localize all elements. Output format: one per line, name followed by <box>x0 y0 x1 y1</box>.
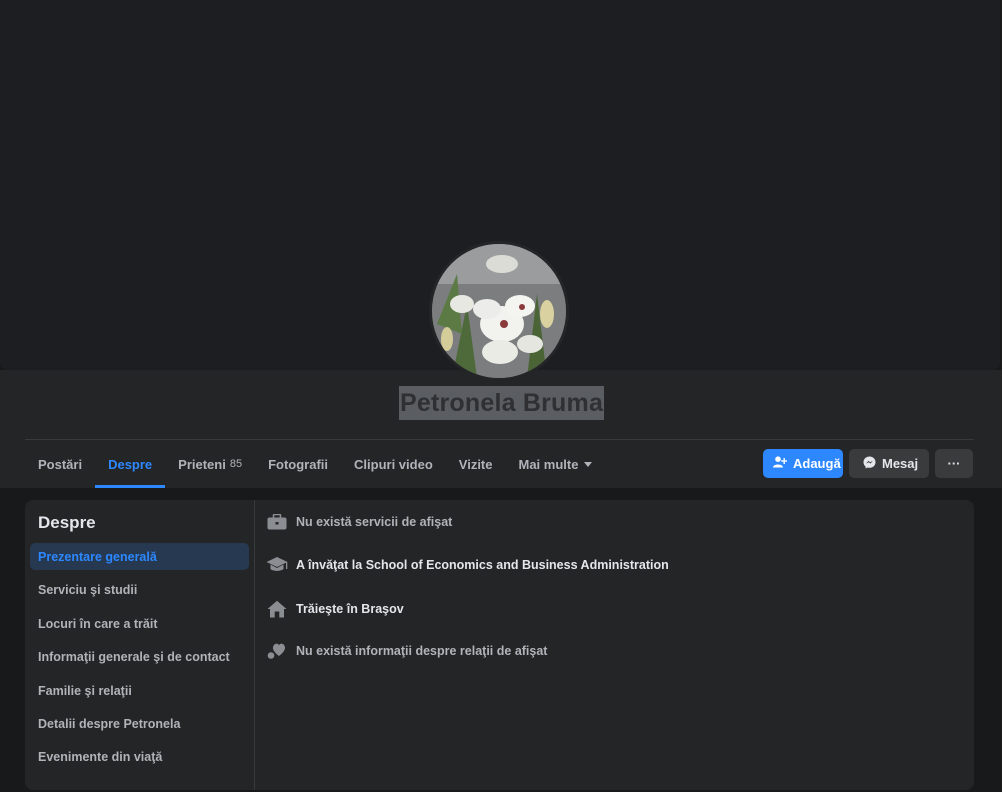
overview-work-row: Nu există servicii de afişat <box>266 511 452 533</box>
about-nav-label: Evenimente din viaţă <box>38 749 163 764</box>
tab-label: Clipuri video <box>354 456 433 472</box>
overview-residence-text: Trăieşte în Braşov <box>296 602 404 616</box>
add-friend-button[interactable]: Adaugă <box>763 449 843 478</box>
about-nav-details[interactable]: Detalii despre Petronela <box>30 710 249 737</box>
caret-down-icon <box>584 461 593 467</box>
about-nav-label: Prezentare generală <box>38 549 157 564</box>
profile-avatar[interactable] <box>429 241 569 381</box>
about-nav-work-education[interactable]: Serviciu şi studii <box>30 576 249 603</box>
home-icon <box>266 598 288 620</box>
overview-residence-row: Trăieşte în Braşov <box>266 598 404 620</box>
about-nav-overview[interactable]: Prezentare generală <box>30 543 249 570</box>
tab-label: Vizite <box>458 456 493 472</box>
profile-tabs: Postări Despre Prieteni 85 Fotografii Cli… <box>25 440 605 488</box>
tab-label: Mai multe <box>518 456 579 472</box>
overview-relationship-text: Nu există informaţii despre relaţii de a… <box>296 644 548 658</box>
profile-name: Petronela Bruma <box>399 386 605 420</box>
friends-count: 85 <box>229 458 243 470</box>
overview-work-text: Nu există servicii de afişat <box>296 515 453 529</box>
tab-label: Despre <box>108 456 153 472</box>
briefcase-icon <box>266 511 288 533</box>
profile-actions: Adaugă Mesaj ··· <box>763 449 973 478</box>
message-label: Mesaj <box>882 456 919 471</box>
messenger-icon <box>863 456 876 472</box>
about-nav-label: Familie şi relaţii <box>38 683 132 698</box>
tab-label: Fotografii <box>268 456 329 472</box>
about-nav-places-lived[interactable]: Locuri în care a trăit <box>30 610 249 637</box>
about-sidebar: Despre Prezentare generală Serviciu şi s… <box>25 500 255 790</box>
about-panel: Despre Prezentare generală Serviciu şi s… <box>25 500 974 790</box>
add-friend-icon <box>773 456 788 471</box>
tab-friends[interactable]: Prieteni 85 <box>165 440 255 488</box>
overview-education-row: A învăţat la School of Economics and Bus… <box>266 554 669 576</box>
tab-posts[interactable]: Postări <box>25 440 95 488</box>
about-nav-label: Detalii despre Petronela <box>38 716 181 731</box>
tab-label: Postări <box>38 456 83 472</box>
tab-photos[interactable]: Fotografii <box>255 440 341 488</box>
about-nav-contact-info[interactable]: Informaţii generale şi de contact <box>30 643 249 670</box>
about-nav-label: Informaţii generale şi de contact <box>38 649 230 664</box>
tab-check-ins[interactable]: Vizite <box>446 440 506 488</box>
message-button[interactable]: Mesaj <box>849 449 929 478</box>
tab-label: Prieteni <box>178 456 226 472</box>
overview-relationship-row: Nu există informaţii despre relaţii de a… <box>266 640 547 662</box>
about-nav-family[interactable]: Familie şi relaţii <box>30 677 249 704</box>
more-options-button[interactable]: ··· <box>935 449 973 478</box>
more-dots-icon: ··· <box>947 456 961 471</box>
overview-education-text: A învăţat la School of Economics and Bus… <box>296 558 669 572</box>
about-nav-label: Serviciu şi studii <box>38 582 138 597</box>
about-title: Despre <box>38 513 96 532</box>
add-friend-label: Adaugă <box>793 456 841 471</box>
tab-about[interactable]: Despre <box>95 440 166 488</box>
heart-icon <box>266 640 288 662</box>
graduation-cap-icon <box>266 554 288 576</box>
tab-videos[interactable]: Clipuri video <box>341 440 446 488</box>
about-nav-label: Locuri în care a trăit <box>38 616 158 631</box>
tab-more[interactable]: Mai multe <box>505 440 605 488</box>
about-nav-life-events[interactable]: Evenimente din viaţă <box>30 743 249 770</box>
